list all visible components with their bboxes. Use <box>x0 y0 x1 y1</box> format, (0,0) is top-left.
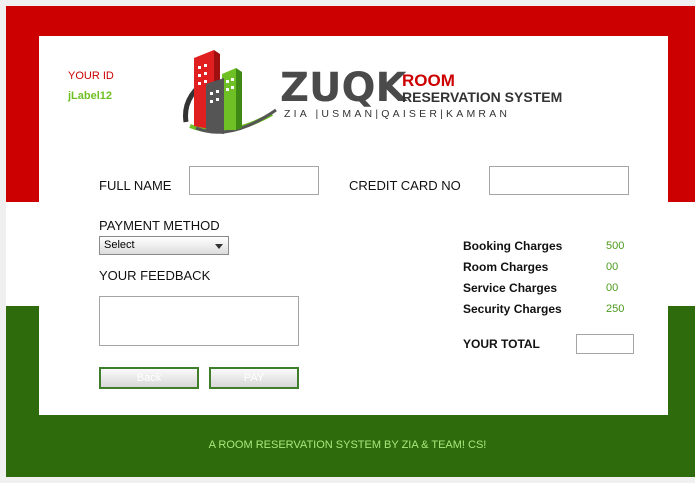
payment-method-select[interactable]: Select <box>99 236 229 255</box>
feedback-textarea[interactable] <box>99 296 299 346</box>
your-total-label: YOUR TOTAL <box>463 337 540 351</box>
credit-card-label: CREDIT CARD NO <box>349 178 461 193</box>
payment-method-label: PAYMENT METHOD <box>99 218 220 233</box>
credit-card-input[interactable] <box>489 166 629 195</box>
full-name-input[interactable] <box>189 166 319 195</box>
brand-reservation: RESERVATION SYSTEM <box>402 89 562 105</box>
full-name-label: FULL NAME <box>99 178 172 193</box>
your-id-label: YOUR ID <box>68 70 114 82</box>
total-field[interactable] <box>576 334 634 354</box>
service-charges-value: 00 <box>606 282 619 294</box>
security-charges-value: 250 <box>606 303 625 315</box>
buildings-logo-icon: ZUQK ROOM RESERVATION SYSTEM ZIA |USMAN|… <box>183 50 562 134</box>
footer-text: A ROOM RESERVATION SYSTEM BY ZIA & TEAM!… <box>208 439 487 451</box>
pay-button[interactable]: PAY <box>209 367 299 389</box>
payment-method-selected: Select <box>104 239 135 251</box>
brand-name: ZUQK <box>280 65 408 111</box>
id-value: jLabel12 <box>68 90 113 102</box>
app-logo: ZUQK ROOM RESERVATION SYSTEM ZIA |USMAN|… <box>180 44 580 139</box>
team-line: ZIA |USMAN|QAISER|KAMRAN <box>284 108 510 120</box>
feedback-label: YOUR FEEDBACK <box>99 268 211 283</box>
service-charges-label: Service Charges <box>463 281 558 295</box>
security-charges-label: Security Charges <box>463 302 562 316</box>
booking-charges-label: Booking Charges <box>463 239 563 253</box>
back-button[interactable]: Back <box>99 367 199 389</box>
room-charges-value: 00 <box>606 261 619 273</box>
brand-room: ROOM <box>402 71 455 90</box>
booking-charges-value: 500 <box>606 240 625 252</box>
room-charges-label: Room Charges <box>463 260 549 274</box>
chevron-down-icon <box>215 244 223 249</box>
